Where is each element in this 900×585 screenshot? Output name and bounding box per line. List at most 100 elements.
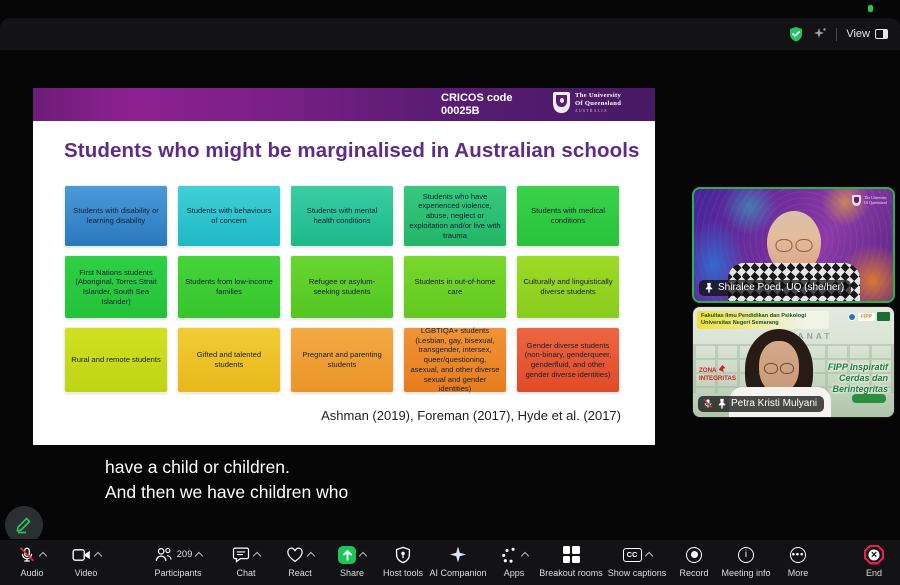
chevron-up-icon[interactable] (359, 551, 367, 559)
meeting-info-button[interactable]: i Meeting info (714, 545, 778, 578)
heart-icon (286, 547, 304, 563)
react-button[interactable]: React (277, 545, 323, 578)
apps-label: Apps (504, 568, 525, 578)
chat-icon (232, 546, 250, 563)
uq-watermark-logo: The University Of Queensland (852, 195, 887, 206)
captions-cc-icon: CC (623, 548, 642, 562)
presentation-slide: CRICOS code 00025B The University Of Que… (33, 88, 655, 445)
react-label: React (288, 568, 312, 578)
group-box: Students in out-of-home care (403, 255, 507, 319)
breakout-rooms-button[interactable]: Breakout rooms (535, 545, 607, 578)
chevron-up-icon[interactable] (307, 551, 315, 559)
ai-companion-icon (450, 547, 466, 563)
video-label: Video (75, 568, 98, 578)
host-tools-label: Host tools (383, 568, 423, 578)
top-right-controls: View (788, 26, 888, 42)
slide-citation: Ashman (2019), Foreman (2017), Hyde et a… (321, 408, 621, 423)
view-label: View (846, 28, 870, 40)
uq-crest-icon (852, 195, 861, 206)
participant-nametag: Petra Kristi Mulyani (698, 396, 824, 412)
view-button[interactable]: View (846, 28, 888, 40)
zona-integritas-label: ZONA INTEGRITAS (699, 365, 736, 382)
chevron-up-icon[interactable] (195, 551, 203, 559)
camera-icon (72, 547, 91, 563)
meeting-info-label: Meeting info (721, 568, 770, 578)
chat-button[interactable]: Chat (224, 545, 268, 578)
caption-line: And then we have children who (105, 480, 348, 505)
green-logo-icon (877, 312, 890, 321)
meeting-toolbar: Audio Video 209 Participants Chat (0, 539, 900, 585)
audio-button[interactable]: Audio (8, 545, 56, 578)
divider (836, 28, 837, 41)
participant-name: Shiralee Poed, UQ (she/her) (718, 282, 844, 293)
end-meeting-button[interactable]: ✕ End (854, 545, 894, 578)
group-box: Gifted and talented students (177, 327, 281, 393)
show-captions-button[interactable]: CC Show captions (602, 545, 672, 578)
ai-companion-button[interactable]: AI Companion (424, 545, 492, 578)
apps-button[interactable]: Apps (492, 545, 536, 578)
shield-icon (395, 546, 411, 564)
participant-video-shiralee[interactable]: The University Of Queensland Shiralee Po… (692, 187, 895, 303)
participant-name: Petra Kristi Mulyani (731, 398, 817, 409)
pin-icon (717, 398, 727, 409)
participants-count: 209 (177, 549, 193, 560)
live-captions: have a child or children. And then we ha… (105, 455, 348, 505)
pin-icon (704, 282, 714, 293)
group-box: Culturally and linguistically diverse st… (516, 255, 620, 319)
group-box: Gender diverse students (non-binary, gen… (516, 327, 620, 393)
faculty-banner: Fakultas Ilmu Pendidikan dan Psikologi U… (697, 311, 829, 329)
info-icon: i (738, 547, 754, 563)
red-bird-icon (719, 365, 726, 372)
participant-nametag: Shiralee Poed, UQ (she/her) (699, 280, 851, 296)
participants-label: Participants (154, 568, 201, 578)
group-box: LGBTIQA+ students (Lesbian, gay, bisexua… (403, 327, 507, 393)
caption-line: have a child or children. (105, 455, 348, 480)
pencil-icon (14, 515, 34, 535)
chevron-up-icon[interactable] (93, 551, 101, 559)
video-button[interactable]: Video (62, 545, 110, 578)
group-box: Students from low-income families (177, 255, 281, 319)
meeting-top-bar: View (0, 18, 900, 50)
end-label: End (866, 568, 882, 578)
more-button[interactable]: ••• More (778, 545, 818, 578)
chevron-up-icon[interactable] (521, 551, 529, 559)
participant-video-petra[interactable]: DEKANAT Fakultas Ilmu Pendidikan dan Psi… (692, 306, 895, 418)
uq-logo: The University Of Queensland AUSTRALIA (553, 92, 621, 113)
participants-icon (154, 546, 173, 563)
marginalised-groups-grid: Students with disability or learning dis… (64, 185, 620, 393)
chevron-up-icon[interactable] (644, 551, 652, 559)
university-logo-icon (848, 313, 856, 321)
participants-button[interactable]: 209 Participants (143, 545, 213, 578)
host-tools-button[interactable]: Host tools (375, 545, 431, 578)
record-button[interactable]: Record (672, 545, 716, 578)
chevron-up-icon[interactable] (39, 551, 47, 559)
slide-title: Students who might be marginalised in Au… (64, 139, 640, 163)
group-box: Students with behaviours of concern (177, 185, 281, 247)
apps-icon (500, 546, 518, 564)
fipp-logo: FIPP (858, 313, 875, 321)
group-box: Refugee or asylum-seeking students (290, 255, 394, 319)
breakout-rooms-icon (563, 546, 580, 563)
ai-companion-sparkle-icon[interactable] (813, 27, 827, 41)
uq-crest-icon (553, 92, 570, 113)
status-green-dot (868, 5, 873, 12)
share-button[interactable]: Share (328, 545, 376, 578)
group-box: Students with medical conditions (516, 185, 620, 247)
more-icon: ••• (790, 547, 806, 563)
view-layout-icon (875, 29, 888, 39)
share-label: Share (340, 568, 364, 578)
record-icon (686, 547, 702, 563)
ai-companion-label: AI Companion (429, 568, 486, 578)
group-box: Students with disability or learning dis… (64, 185, 168, 247)
muted-mic-icon (18, 546, 36, 564)
green-badge (852, 394, 886, 403)
show-captions-label: Show captions (608, 568, 667, 578)
faculty-logos: FIPP (848, 312, 890, 321)
group-box: Students who have experienced violence, … (403, 185, 507, 247)
cricos-code: CRICOS code 00025B (441, 92, 513, 118)
glasses (764, 363, 794, 374)
encryption-shield-icon[interactable] (788, 26, 804, 42)
audio-label: Audio (20, 568, 43, 578)
chevron-up-icon[interactable] (253, 551, 261, 559)
chat-label: Chat (236, 568, 255, 578)
